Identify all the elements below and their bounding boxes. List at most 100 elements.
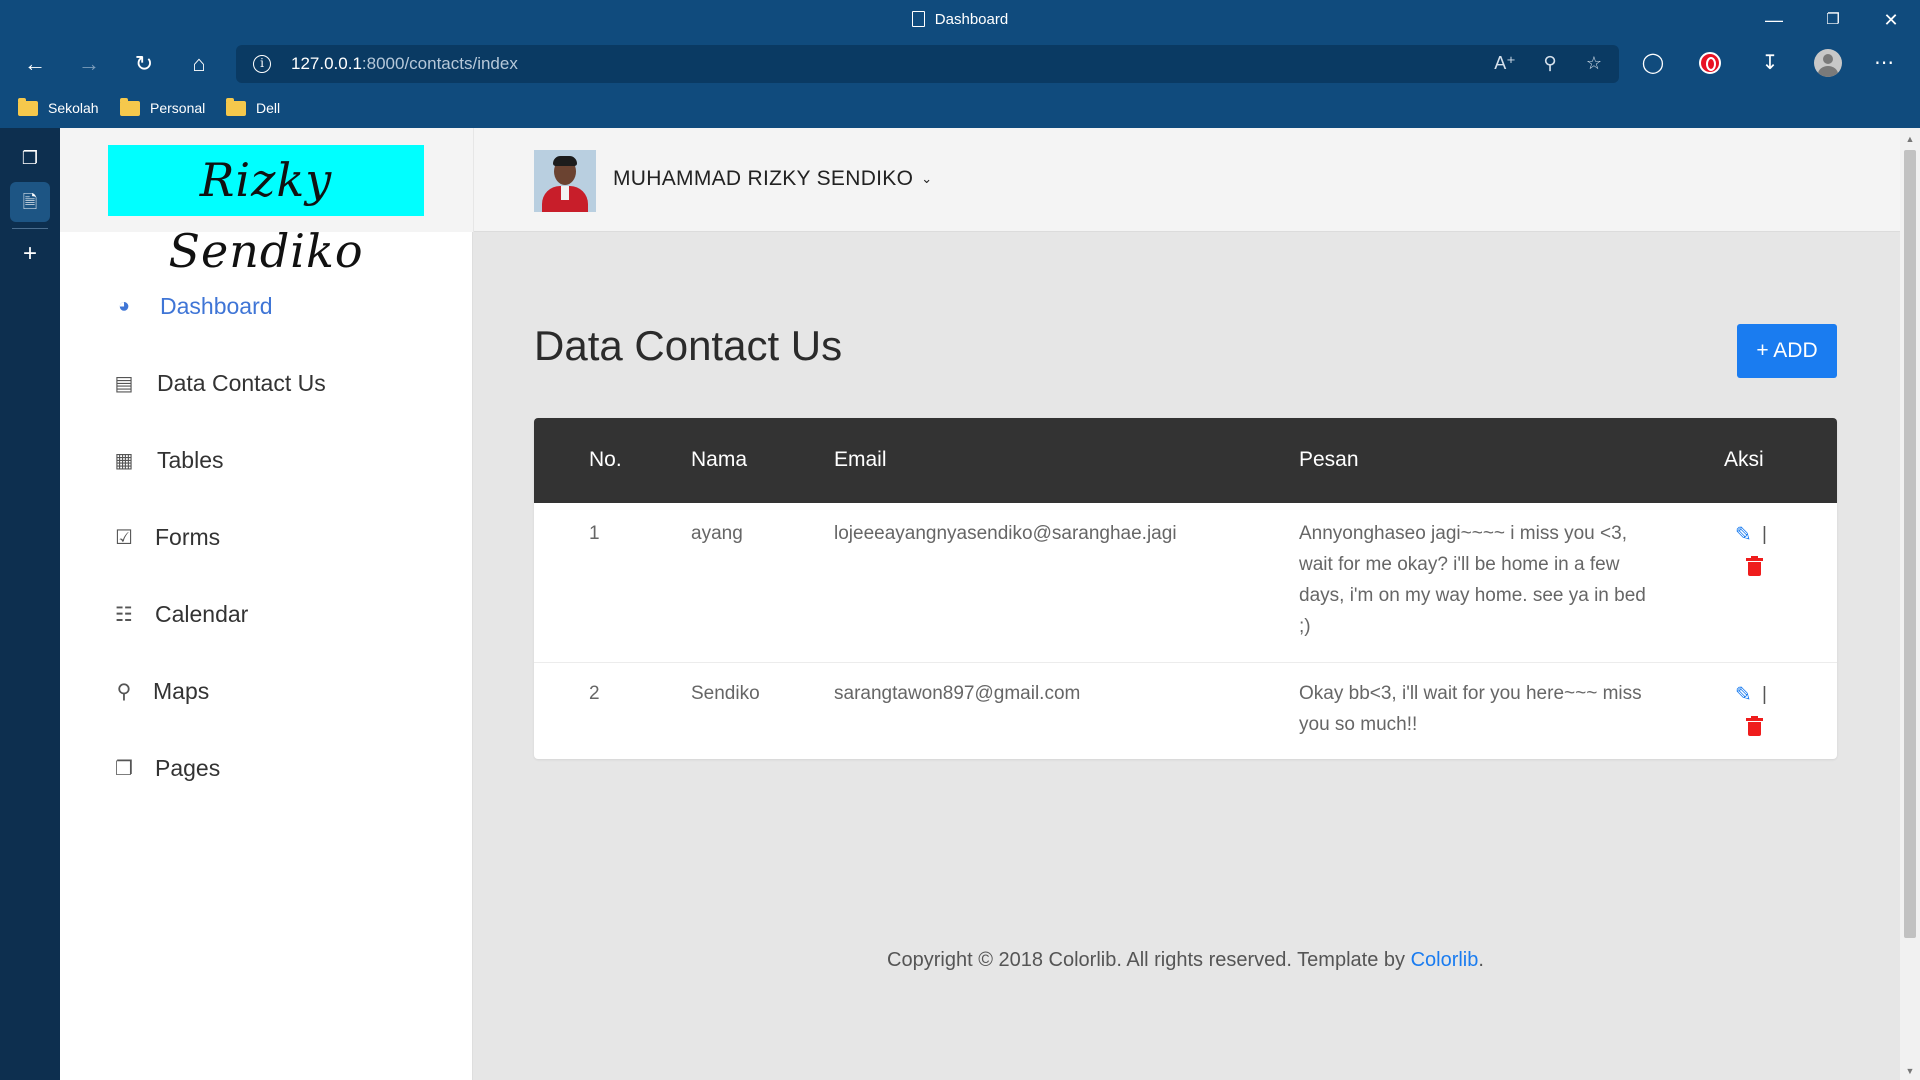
zoom-icon[interactable]: ⚲ xyxy=(1538,53,1562,74)
delete-icon[interactable] xyxy=(1746,556,1763,576)
table-header: No. Nama Email Pesan Aksi xyxy=(534,418,1837,503)
cell-nama: Sendiko xyxy=(691,683,760,704)
refresh-button[interactable]: ↻ xyxy=(126,48,162,80)
bookmark-label: Personal xyxy=(150,100,206,116)
scroll-up-icon[interactable]: ▲ xyxy=(1900,134,1920,144)
bookmarks-bar: Sekolah Personal Dell xyxy=(0,88,1920,128)
minimize-button[interactable]: — xyxy=(1751,6,1797,34)
sidebar-item-label: Data Contact Us xyxy=(157,369,326,396)
table-icon: ▦ xyxy=(114,449,134,472)
calendar-icon: ☷ xyxy=(115,603,133,626)
sidebar-item-forms[interactable]: ☑ Forms xyxy=(108,517,438,557)
checkbox-icon: ☑ xyxy=(115,526,133,549)
top-header: MUHAMMAD RIZKY SENDIKO ⌄ xyxy=(474,128,1900,232)
sidebar-item-data-contact-us[interactable]: ▤ Data Contact Us xyxy=(108,363,438,403)
brand-area: Rizky Sendiko xyxy=(60,128,473,278)
sidebar-item-label: Tables xyxy=(157,446,224,473)
url-text[interactable]: 127.0.0.1:8000/contacts/index xyxy=(291,54,518,74)
tab-actions-icon[interactable]: ❐ xyxy=(10,138,50,178)
action-separator: | xyxy=(1762,524,1767,545)
cell-no: 1 xyxy=(589,523,600,544)
sidebar-item-label: Forms xyxy=(155,523,221,550)
sidebar-item-calendar[interactable]: ☷ Calendar xyxy=(108,594,438,634)
cell-no: 2 xyxy=(589,683,600,704)
back-button[interactable]: ← xyxy=(17,48,53,80)
tab-divider xyxy=(12,228,48,229)
sidebar-item-dashboard[interactable]: ◕ Dashboard xyxy=(108,286,438,326)
forward-button[interactable]: → xyxy=(71,48,107,80)
address-bar[interactable]: i 127.0.0.1:8000/contacts/index A⁺ ⚲ ☆ xyxy=(236,45,1619,83)
read-aloud-icon[interactable]: A⁺ xyxy=(1493,53,1517,74)
table-row: 2 Sendiko sarangtawon897@gmail.com Okay … xyxy=(534,662,1837,759)
cell-email: sarangtawon897@gmail.com xyxy=(834,683,1081,704)
footer-text: Copyright © 2018 Colorlib. All rights re… xyxy=(887,949,1411,971)
folder-icon xyxy=(120,98,140,116)
browser-toolbar: ← → ↻ ⌂ i 127.0.0.1:8000/contacts/index … xyxy=(0,40,1920,88)
bookmark-dell[interactable]: Dell xyxy=(226,97,280,119)
user-avatar[interactable] xyxy=(534,150,596,212)
cell-email: lojeeeayangnyasendiko@saranghae.jagi xyxy=(834,523,1177,544)
restore-button[interactable]: ❐ xyxy=(1810,6,1856,34)
vertical-tabs-strip: ❐ 🗎 + xyxy=(0,128,60,1080)
footer-link-colorlib[interactable]: Colorlib xyxy=(1411,949,1479,971)
column-header-aksi: Aksi xyxy=(1724,448,1764,471)
new-tab-icon[interactable]: + xyxy=(10,234,50,274)
window-title-text: Dashboard xyxy=(934,11,1009,28)
sidebar-item-label: Dashboard xyxy=(160,292,273,319)
column-header-pesan: Pesan xyxy=(1299,448,1359,471)
extension-opera-icon[interactable] xyxy=(1699,52,1721,74)
table-row: 1 ayang lojeeeayangnyasendiko@saranghae.… xyxy=(534,503,1837,662)
contacts-table: No. Nama Email Pesan Aksi 1 ayang lojeee… xyxy=(534,418,1837,759)
folder-icon xyxy=(226,98,246,116)
page-title: Data Contact Us xyxy=(534,322,843,369)
pages-icon: ❐ xyxy=(115,757,133,780)
url-path: :8000/contacts/index xyxy=(361,54,518,73)
web-page: Rizky Sendiko ◕ Dashboard ▤ Data Contact… xyxy=(60,128,1900,1080)
cell-pesan: Okay bb<3, i'll wait for you here~~~ mis… xyxy=(1299,683,1642,735)
footer: Copyright © 2018 Colorlib. All rights re… xyxy=(534,949,1837,972)
sidebar-item-pages[interactable]: ❐ Pages xyxy=(108,748,438,788)
more-menu-icon[interactable]: ⋯ xyxy=(1869,50,1899,75)
user-menu-toggle[interactable]: MUHAMMAD RIZKY SENDIKO ⌄ xyxy=(613,167,932,191)
cell-nama: ayang xyxy=(691,523,743,544)
close-button[interactable]: ✕ xyxy=(1868,6,1914,34)
bar-chart-icon: ▤ xyxy=(114,372,134,395)
action-separator: | xyxy=(1762,684,1767,705)
delete-icon[interactable] xyxy=(1746,716,1763,736)
sidebar-item-label: Pages xyxy=(155,754,221,781)
sidebar-item-label: Maps xyxy=(153,677,210,704)
page-scrollbar[interactable]: ▲ ▼ xyxy=(1900,128,1920,1080)
scrollbar-thumb[interactable] xyxy=(1904,150,1916,938)
site-info-icon[interactable]: i xyxy=(253,55,271,73)
bookmark-label: Dell xyxy=(256,100,281,116)
home-button[interactable]: ⌂ xyxy=(181,48,217,80)
document-icon xyxy=(911,11,925,27)
dashboard-icon: ◕ xyxy=(117,294,131,317)
sidebar-item-label: Calendar xyxy=(155,600,249,627)
column-header-no: No. xyxy=(589,448,622,471)
user-name: MUHAMMAD RIZKY SENDIKO xyxy=(613,167,914,190)
url-host: 127.0.0.1 xyxy=(291,54,362,73)
bookmark-sekolah[interactable]: Sekolah xyxy=(18,97,99,119)
column-header-nama: Nama xyxy=(691,448,748,471)
add-button[interactable]: + ADD xyxy=(1737,324,1837,378)
bookmark-label: Sekolah xyxy=(48,100,99,116)
edit-icon[interactable]: ✎ xyxy=(1735,525,1755,545)
title-bar: Dashboard — ❐ ✕ xyxy=(0,0,1920,40)
add-favorite-icon[interactable]: ☆ xyxy=(1582,53,1606,74)
footer-end: . xyxy=(1478,949,1484,971)
sidebar-item-tables[interactable]: ▦ Tables xyxy=(108,440,438,480)
extension-mouse-icon[interactable]: ◯ xyxy=(1638,50,1668,75)
folder-icon xyxy=(18,98,38,116)
profile-avatar[interactable] xyxy=(1814,49,1842,77)
bookmark-personal[interactable]: Personal xyxy=(120,97,205,119)
site-logo[interactable]: Rizky Sendiko xyxy=(108,145,424,278)
chevron-down-icon: ⌄ xyxy=(921,171,933,186)
edit-icon[interactable]: ✎ xyxy=(1735,685,1755,705)
scroll-down-icon[interactable]: ▼ xyxy=(1900,1066,1920,1076)
downloads-icon[interactable]: ↧ xyxy=(1755,50,1785,75)
tab-dashboard[interactable]: 🗎 xyxy=(10,182,50,222)
window-title: Dashboard xyxy=(0,11,1920,28)
sidebar-item-maps[interactable]: ⚲ Maps xyxy=(108,671,438,711)
sidebar: Rizky Sendiko ◕ Dashboard ▤ Data Contact… xyxy=(60,128,473,1080)
